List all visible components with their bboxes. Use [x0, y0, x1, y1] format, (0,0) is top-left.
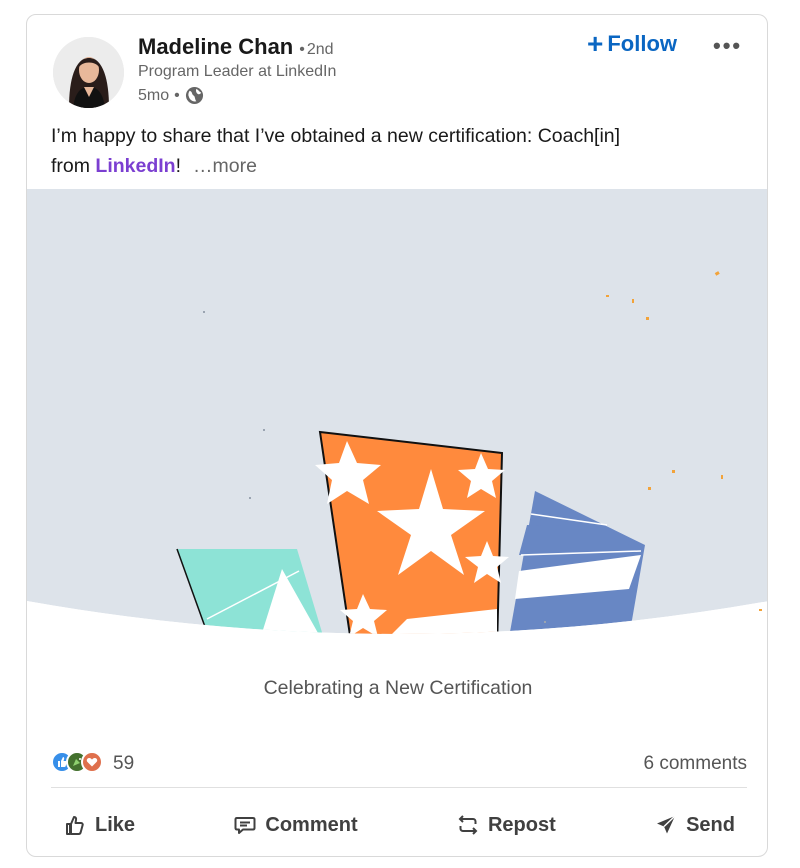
author-headline: Program Leader at LinkedIn [138, 63, 337, 80]
post-time: 5mo [138, 86, 170, 104]
repost-icon [458, 815, 478, 835]
post-text-line-1: I’m happy to share that I’ve obtained a … [51, 125, 621, 147]
author-name[interactable]: Madeline Chan [138, 34, 293, 59]
mention-link[interactable]: LinkedIn [95, 155, 175, 177]
reaction-count[interactable]: 59 [113, 753, 134, 775]
connection-degree: 2nd [306, 41, 334, 58]
globe-icon [185, 86, 204, 105]
comments-count[interactable]: 6 comments [644, 753, 747, 775]
follow-label: Follow [607, 31, 678, 56]
see-more-link[interactable]: …more [193, 155, 257, 177]
degree-separator: • [299, 41, 305, 58]
divider [51, 787, 747, 788]
more-menu-icon[interactable]: ••• [713, 33, 742, 59]
send-icon [657, 815, 676, 834]
plus-icon: + [587, 28, 604, 59]
post-meta: 5mo • [138, 86, 204, 105]
social-counts: 59 6 comments [51, 751, 747, 777]
author-avatar[interactable] [53, 37, 124, 108]
post-text-line-2: from LinkedIn! …more [51, 151, 731, 181]
author-name-row: Madeline Chan • 2nd [138, 34, 334, 60]
repost-label: Repost [487, 813, 556, 836]
text-suffix: ! [175, 155, 182, 177]
like-label: Like [95, 813, 136, 836]
author-photo [53, 37, 124, 108]
repost-button[interactable]: Repost [444, 805, 568, 845]
comment-icon [234, 817, 256, 834]
post-media[interactable]: Celebrating a New Certification [27, 189, 767, 699]
follow-button[interactable]: + Follow [587, 28, 678, 59]
send-button[interactable]: Send [642, 805, 747, 845]
post-text: I’m happy to share that I’ve obtained a … [51, 121, 731, 181]
like-button[interactable]: Like [51, 805, 147, 845]
love-reaction-icon [81, 751, 103, 773]
feed-post-card: Madeline Chan • 2nd Program Leader at Link… [26, 14, 768, 857]
thumbs-up-icon [66, 816, 84, 835]
post-actions: Like Comment Repost Send [51, 805, 747, 845]
reaction-icons[interactable] [51, 751, 103, 773]
meta-separator: • [174, 86, 180, 104]
text-prefix: from [51, 155, 96, 177]
send-label: Send [686, 813, 735, 836]
media-caption: Celebrating a New Certification [263, 677, 533, 699]
comment-label: Comment [265, 813, 358, 836]
comment-button[interactable]: Comment [221, 805, 369, 845]
celebration-illustration [27, 189, 767, 649]
